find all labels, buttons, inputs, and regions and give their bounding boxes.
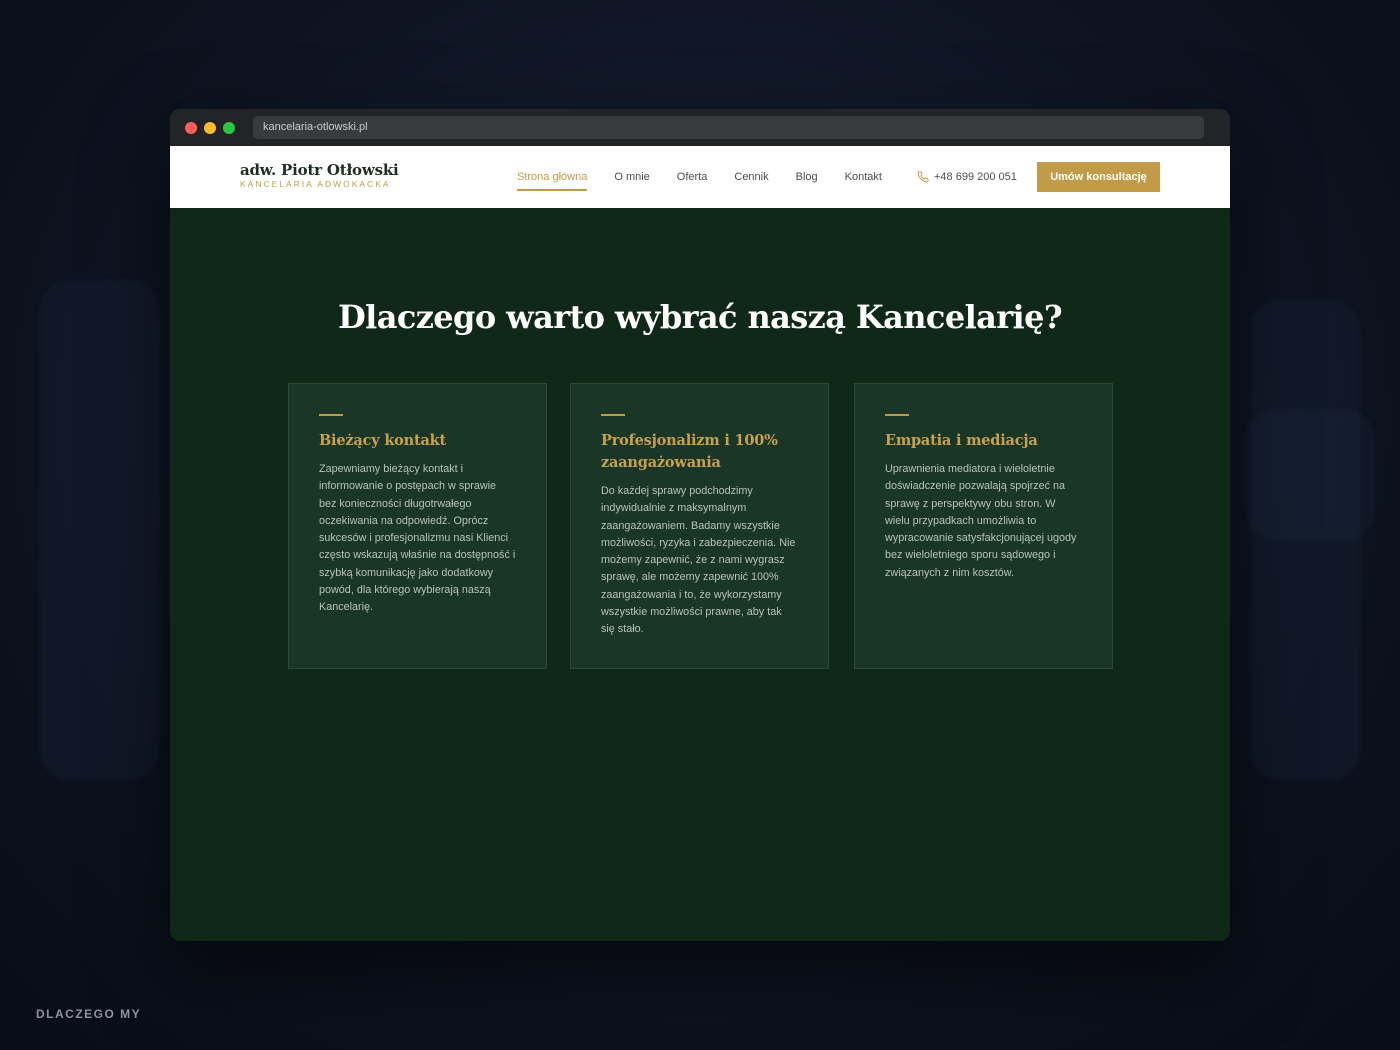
- card-accent-line: [601, 414, 625, 416]
- section-title: Dlaczego warto wybrać naszą Kancelarię?: [338, 298, 1063, 336]
- slide-label: DLACZEGO MY: [36, 1007, 142, 1021]
- card-title: Bieżący kontakt: [319, 432, 447, 449]
- card-accent-line: [319, 414, 343, 416]
- background-shape: [1245, 410, 1375, 540]
- feature-card-contact: Bieżący kontakt Zapewniamy bieżący konta…: [288, 383, 547, 669]
- phone-link[interactable]: +48 699 200 051: [917, 146, 1017, 208]
- site-header: adw. Piotr Otłowski KANCELARIA ADWOKACKA…: [170, 146, 1230, 208]
- nav-link-pricing[interactable]: Cennik: [734, 165, 768, 189]
- card-title: Profesjonalizm i 100% zaangażowania: [601, 432, 778, 471]
- logo-subtitle: KANCELARIA ADWOKACKA: [240, 179, 391, 189]
- logo-name: adw. Piotr Otłowski: [240, 161, 399, 179]
- minimize-window-icon[interactable]: [204, 121, 216, 134]
- card-accent-line: [885, 414, 909, 416]
- close-window-icon[interactable]: [185, 121, 197, 134]
- feature-card-professionalism: Profesjonalizm i 100% zaangażowania Do k…: [570, 383, 829, 669]
- phone-number: +48 699 200 051: [934, 171, 1017, 183]
- why-us-section: Dlaczego warto wybrać naszą Kancelarię? …: [170, 208, 1230, 941]
- background-shape: [1250, 300, 1360, 780]
- nav-link-home[interactable]: Strona główna: [517, 165, 588, 191]
- card-text: Zapewniamy bieżący kontakt i informowani…: [319, 463, 516, 614]
- feature-card-empathy: Empatia i mediacja Uprawnienia mediatora…: [854, 383, 1113, 669]
- nav-link-offer[interactable]: Oferta: [677, 165, 708, 189]
- browser-window: kancelaria-otlowski.pl adw. Piotr Otłows…: [170, 109, 1230, 941]
- book-consultation-button[interactable]: Umów konsultację: [1037, 162, 1160, 192]
- card-text: Do każdej sprawy podchodzimy indywidualn…: [601, 485, 796, 636]
- browser-chrome: kancelaria-otlowski.pl: [170, 109, 1230, 146]
- main-nav: Strona główna O mnie Oferta Cennik Blog …: [517, 146, 909, 208]
- address-bar[interactable]: kancelaria-otlowski.pl: [253, 116, 1204, 139]
- background-shape: [40, 280, 160, 780]
- nav-link-about[interactable]: O mnie: [614, 165, 649, 189]
- maximize-window-icon[interactable]: [223, 121, 235, 134]
- card-title: Empatia i mediacja: [885, 432, 1038, 449]
- card-text: Uprawnienia mediatora i wieloletnie dośw…: [885, 463, 1077, 579]
- nav-link-blog[interactable]: Blog: [796, 165, 818, 189]
- nav-link-contact[interactable]: Kontakt: [845, 165, 882, 189]
- phone-icon: [917, 171, 929, 183]
- site-logo[interactable]: adw. Piotr Otłowski KANCELARIA ADWOKACKA: [240, 161, 399, 189]
